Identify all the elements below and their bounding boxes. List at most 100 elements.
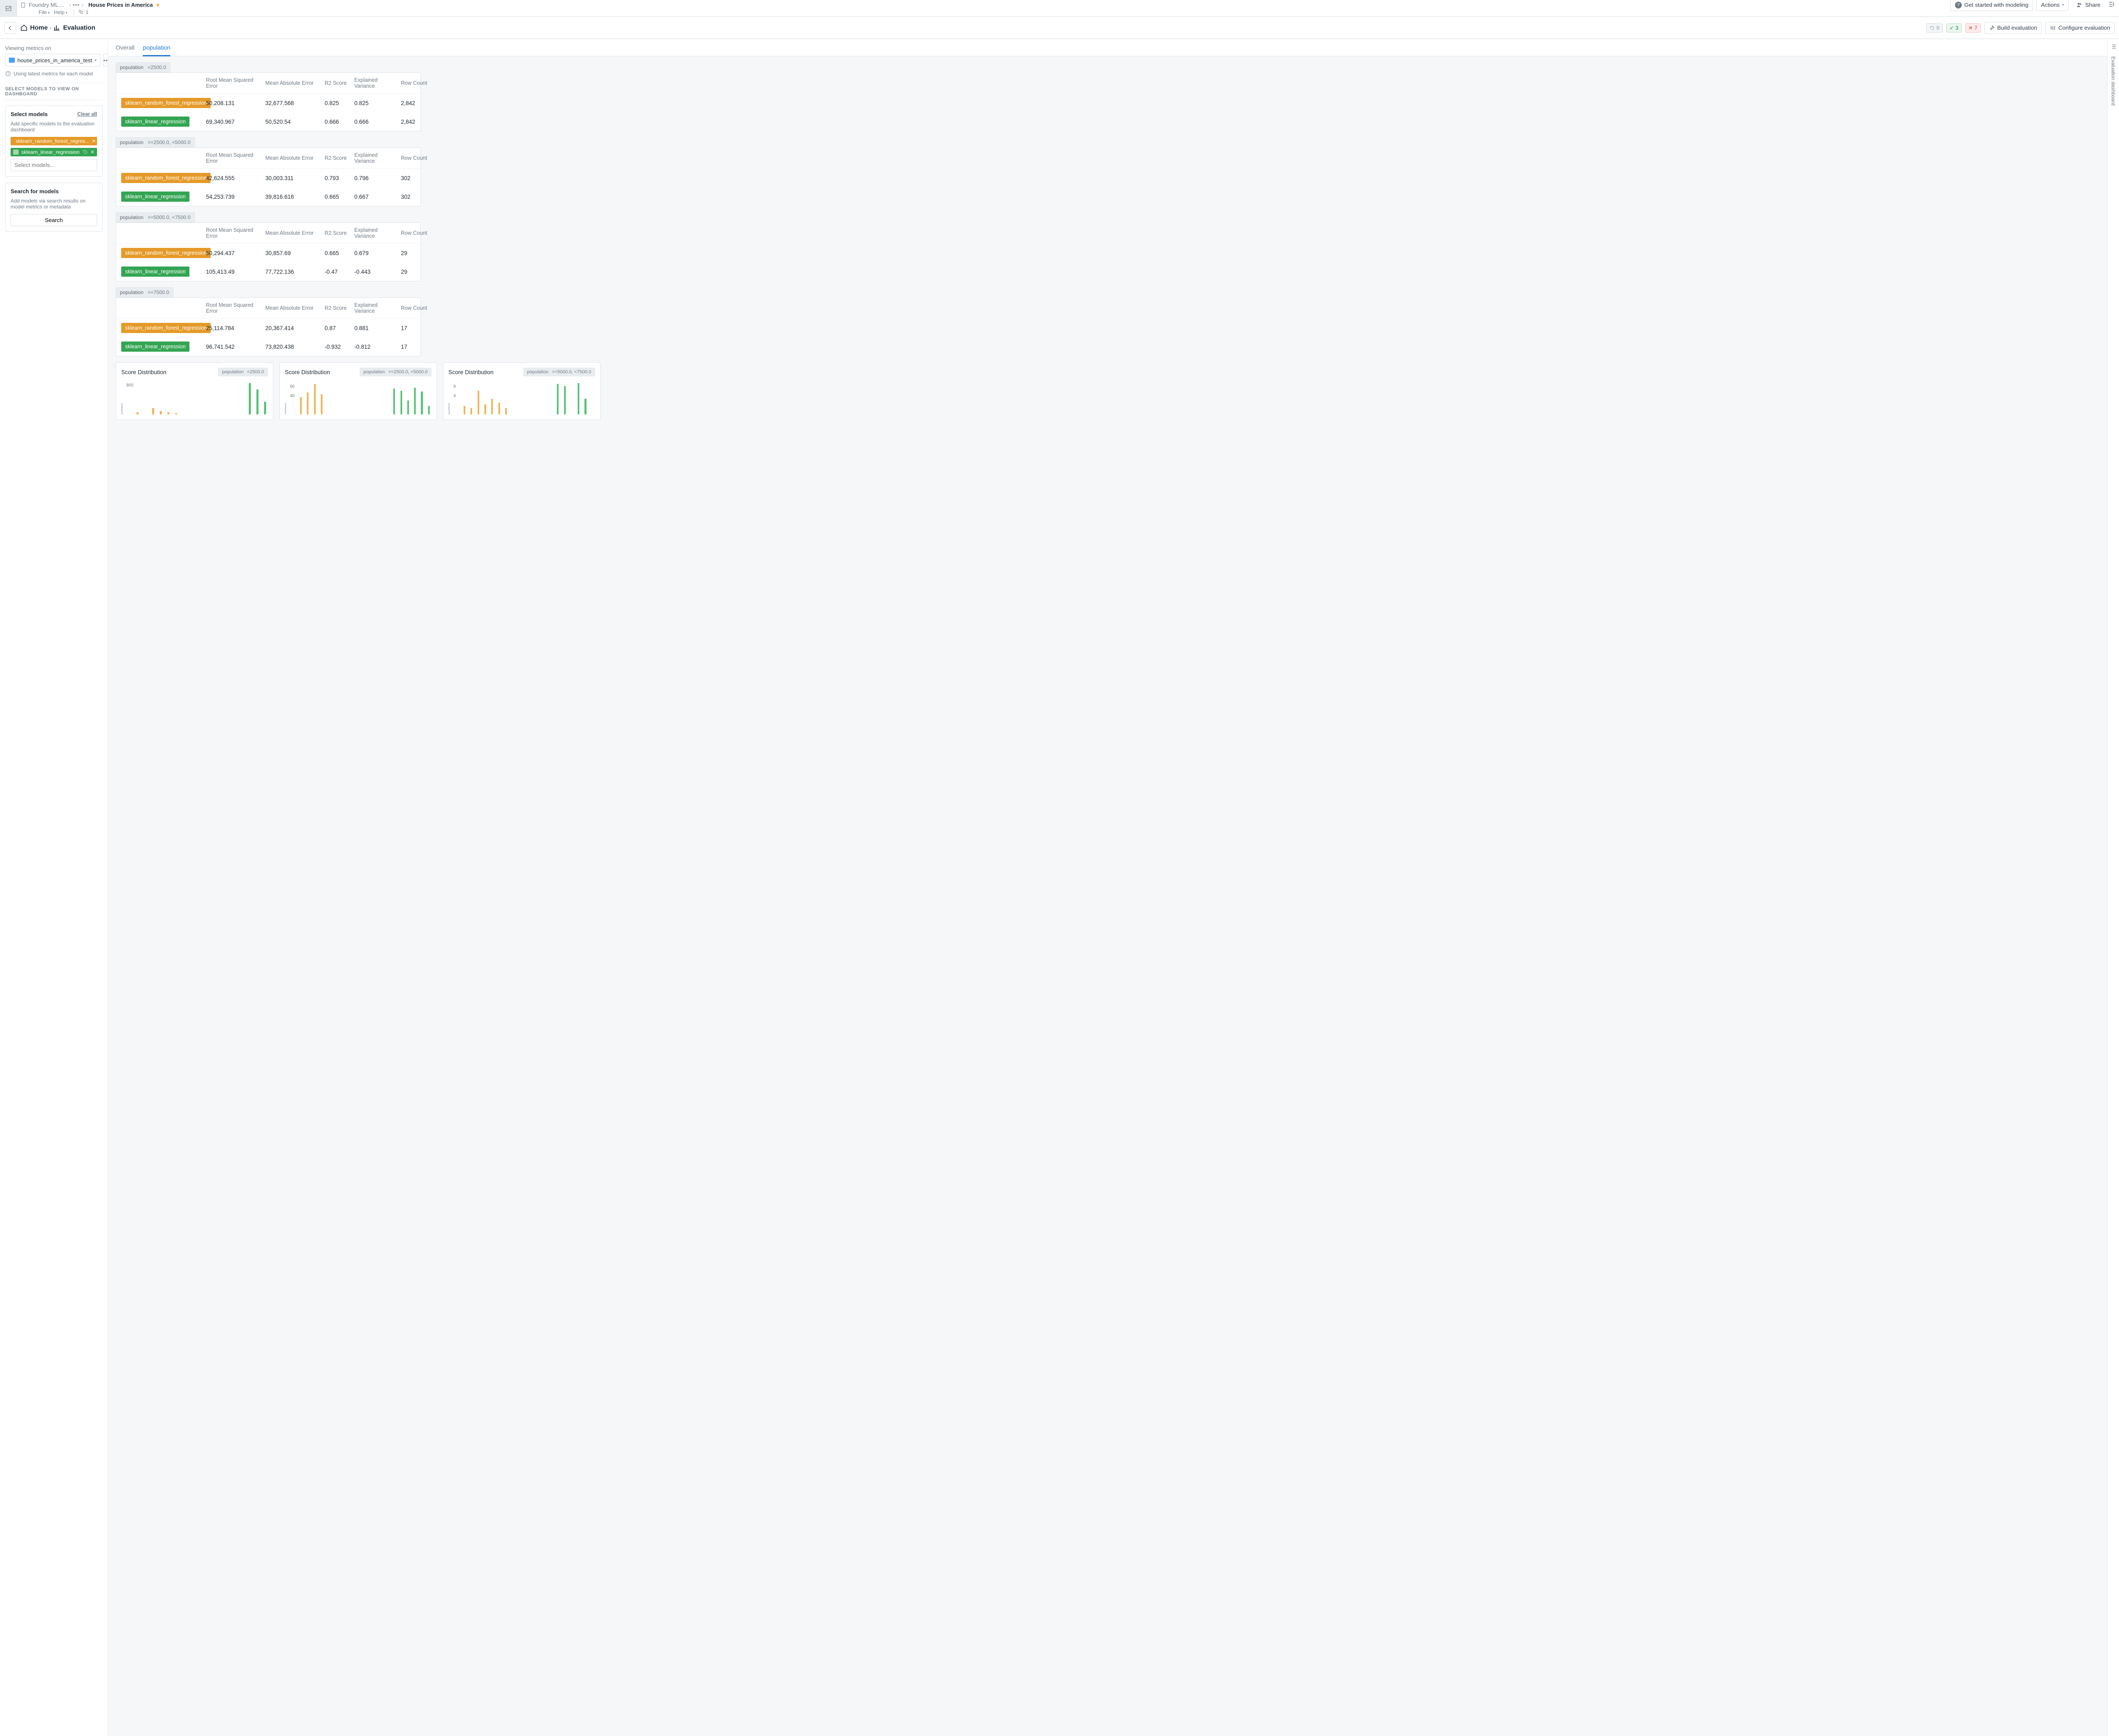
charts-row: Score Distributionpopulation<2500.0Count… [116, 362, 2100, 420]
model-tag-rf[interactable]: sklearn_random_forest_regres... ✕ [11, 137, 97, 145]
model-tag-rf-label: sklearn_random_forest_regres... [16, 138, 89, 144]
home-icon [20, 24, 28, 31]
chart-bucket-badge: population<2500.0 [218, 368, 268, 376]
select-models-card: Select models Clear all Add specific mod… [5, 106, 103, 177]
dataset-select[interactable]: house_prices_in_america_test [5, 54, 100, 67]
bucket-table: Root Mean Squared ErrorMean Absolute Err… [116, 297, 421, 356]
right-rail-label[interactable]: Evaluation dashboard [2111, 56, 2116, 106]
model-chip[interactable]: sklearn_linear_regression [121, 267, 189, 277]
breadcrumb-workspace: Foundry ML ... [29, 2, 64, 8]
chart-title: Score Distribution [285, 369, 330, 375]
table-row: sklearn_random_forest_regression50,208.1… [116, 94, 420, 112]
refresh-icon [1930, 25, 1935, 31]
search-models-title: Search for models [11, 188, 97, 194]
tab-population[interactable]: population [143, 44, 170, 56]
latest-metrics-hint: Using latest metrics for each model [5, 71, 103, 77]
search-models-desc: Add models via search results on model m… [11, 198, 97, 210]
model-chip[interactable]: sklearn_random_forest_regression [121, 98, 211, 108]
main-scroll[interactable]: population<2500.0 Root Mean Squared Error… [108, 56, 2107, 1736]
share-label: Share [2085, 2, 2100, 8]
bucket-table: Root Mean Squared ErrorMean Absolute Err… [116, 222, 421, 281]
right-rail: Evaluation dashboard [2107, 39, 2119, 1736]
table-row: sklearn_linear_regression69,340.96750,52… [116, 112, 420, 131]
bar-chart-icon [53, 24, 61, 31]
tabs: Overall population [108, 39, 2107, 56]
model-chip[interactable]: sklearn_linear_regression [121, 342, 189, 352]
tag-icon [83, 150, 88, 155]
model-chip[interactable]: sklearn_linear_regression [121, 117, 189, 127]
dataset-icon [13, 150, 19, 155]
viewing-metrics-label: Viewing metrics on [5, 45, 103, 51]
pass-count: 3 [1955, 25, 1958, 31]
clock-icon [5, 71, 11, 77]
nav-home[interactable]: Home [20, 24, 48, 31]
chart-title: Score Distribution [121, 369, 167, 375]
clear-all-link[interactable]: Clear all [77, 111, 97, 117]
select-models-input[interactable] [11, 159, 97, 171]
table-row: sklearn_linear_regression96,741.54273,82… [116, 337, 420, 356]
presence-icon [78, 9, 84, 15]
breadcrumb-folder[interactable]: Foundry ML ... [17, 0, 67, 10]
refresh-count: 0 [1936, 25, 1939, 31]
model-tag-lr[interactable]: sklearn_linear_regression ✕ [11, 148, 97, 156]
menu-file[interactable]: File [37, 9, 51, 15]
chart-bucket-badge: population>=5000.0, <7500.0 [523, 368, 595, 376]
get-started-label: Get started with modeling [1964, 2, 2028, 8]
hammer-icon [1989, 25, 1995, 31]
select-models-title: Select models [11, 111, 47, 117]
chevron-icon: › [80, 2, 85, 8]
bucket-header: population>=2500.0, <5000.0 [116, 137, 195, 147]
breadcrumb-title-wrap: House Prices in America ★ [85, 0, 164, 10]
remove-tag-icon[interactable]: ✕ [92, 138, 96, 144]
metric-bucket: population>=7500.0Root Mean Squared Erro… [116, 287, 2100, 356]
dataset-name: house_prices_in_america_test [17, 57, 92, 64]
breadcrumb-ellipsis[interactable]: ••• [73, 2, 80, 8]
star-icon[interactable]: ★ [156, 2, 161, 8]
list-icon[interactable] [2110, 43, 2117, 51]
select-models-desc: Add specific models to the evaluation da… [11, 121, 97, 133]
chart-bucket-badge: population>=2500.0, <5000.0 [360, 368, 431, 376]
dataset-more-button[interactable]: ••• [103, 54, 108, 67]
presence-indicator[interactable]: 1 [74, 9, 89, 15]
search-models-card: Search for models Add models via search … [5, 183, 103, 232]
back-button[interactable] [4, 22, 16, 34]
sliders-icon [2050, 25, 2056, 31]
table-row: sklearn_linear_regression54,253.73939,81… [116, 187, 420, 206]
app-icon[interactable] [0, 0, 17, 17]
model-tag-lr-label: sklearn_linear_regression [21, 149, 79, 155]
menu-row: File Help 1 [17, 9, 2119, 18]
model-chip[interactable]: sklearn_random_forest_regression [121, 323, 211, 333]
model-chip[interactable]: sklearn_linear_regression [121, 192, 189, 202]
sidebar-section-header: SELECT MODELS TO VIEW ON DASHBOARD [5, 83, 103, 100]
model-chip[interactable]: sklearn_random_forest_regression [121, 248, 211, 258]
metric-bucket: population>=5000.0, <7500.0Root Mean Squ… [116, 212, 2100, 281]
refresh-status-pill[interactable]: 0 [1926, 23, 1943, 33]
search-button[interactable]: Search [11, 214, 97, 226]
build-evaluation-button[interactable]: Build evaluation [1984, 22, 2042, 34]
remove-tag-icon[interactable]: ✕ [90, 149, 95, 155]
arrow-left-icon [7, 25, 13, 31]
pass-status-pill[interactable]: ✓ 3 [1946, 23, 1962, 33]
page-title: House Prices in America [89, 2, 153, 8]
fail-status-pill[interactable]: ✕ 7 [1965, 23, 1981, 33]
model-chip[interactable]: sklearn_random_forest_regression [121, 173, 211, 183]
check-icon: ✓ [1949, 25, 1954, 31]
help-circle-icon: ? [1955, 2, 1962, 8]
configure-evaluation-button[interactable]: Configure evaluation [2045, 22, 2115, 34]
presence-count: 1 [86, 9, 89, 15]
bucket-header: population<2500.0 [116, 62, 170, 72]
dataset-icon [9, 58, 15, 63]
bucket-header: population>=5000.0, <7500.0 [116, 212, 195, 222]
panel-toggle-icon[interactable] [2108, 1, 2115, 9]
build-label: Build evaluation [1997, 25, 2037, 31]
chart-card: Score Distributionpopulation<2500.0Count… [116, 362, 273, 420]
metric-bucket: population<2500.0Root Mean Squared Error… [116, 62, 2100, 131]
tab-overall[interactable]: Overall [116, 44, 134, 56]
people-icon [2076, 2, 2083, 8]
sidebar: Viewing metrics on house_prices_in_ameri… [0, 39, 108, 1736]
configure-label: Configure evaluation [2058, 25, 2110, 31]
actions-label: Actions [2041, 2, 2060, 8]
chart-title: Score Distribution [448, 369, 494, 375]
menu-help[interactable]: Help [53, 9, 69, 15]
chart-card: Score Distribution population>=5000.0, <7… [443, 362, 601, 420]
